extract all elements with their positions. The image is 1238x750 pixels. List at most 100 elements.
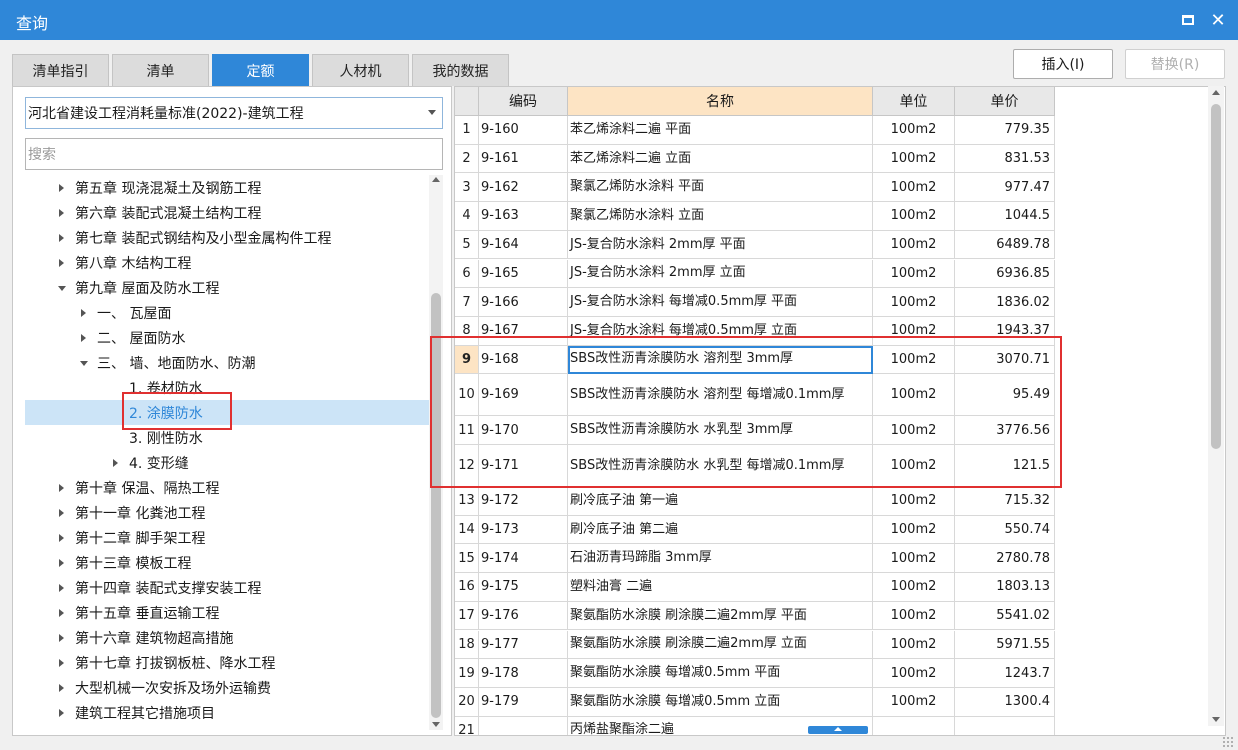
unit-cell[interactable]: 100m2 xyxy=(873,288,955,317)
expand-icon[interactable] xyxy=(55,631,69,645)
tree-item[interactable]: 第五章 现浇混凝土及钢筋工程 xyxy=(25,175,429,200)
price-cell[interactable]: 977.47 xyxy=(955,173,1055,203)
price-cell[interactable]: 6489.78 xyxy=(955,230,1055,260)
header-name[interactable]: 名称 xyxy=(568,87,873,116)
unit-cell[interactable]: 100m2 xyxy=(873,601,955,631)
price-cell[interactable]: 779.35 xyxy=(955,116,1055,145)
expand-icon[interactable] xyxy=(55,206,69,220)
name-cell[interactable]: 聚氨酯防水涂膜 每增减0.5mm 立面 xyxy=(568,687,873,717)
price-cell[interactable]: 3070.71 xyxy=(955,345,1055,375)
code-cell[interactable]: 9-162 xyxy=(479,173,568,203)
name-cell[interactable]: 刷冷底子油 第一遍 xyxy=(568,487,873,516)
price-cell[interactable]: 5541.02 xyxy=(955,601,1055,631)
price-cell[interactable]: 6936.85 xyxy=(955,259,1055,289)
unit-cell[interactable]: 100m2 xyxy=(873,630,955,660)
name-cell[interactable]: 刷冷底子油 第二遍 xyxy=(568,515,873,545)
name-cell[interactable]: 苯乙烯涂料二遍 平面 xyxy=(568,116,873,145)
expand-icon[interactable] xyxy=(55,706,69,720)
code-cell[interactable]: 9-178 xyxy=(479,659,568,688)
collapse-icon[interactable] xyxy=(77,356,91,370)
tree-item[interactable]: 第九章 屋面及防水工程 xyxy=(25,275,429,300)
price-cell[interactable]: 1836.02 xyxy=(955,288,1055,317)
code-cell[interactable]: 9-164 xyxy=(479,230,568,260)
unit-cell[interactable]: 100m2 xyxy=(873,515,955,545)
expand-icon[interactable] xyxy=(55,681,69,695)
insert-button[interactable]: 插入(I) xyxy=(1013,49,1113,79)
splitter-handle[interactable] xyxy=(808,726,868,734)
header-code[interactable]: 编码 xyxy=(479,87,568,116)
code-cell[interactable]: 9-177 xyxy=(479,630,568,660)
tab-my-data[interactable]: 我的数据 xyxy=(412,54,509,86)
unit-cell[interactable]: 100m2 xyxy=(873,573,955,602)
unit-cell[interactable]: 100m2 xyxy=(873,345,955,375)
unit-cell[interactable]: 100m2 xyxy=(873,316,955,346)
expand-icon[interactable] xyxy=(55,181,69,195)
tree-item[interactable]: 3. 刚性防水 xyxy=(25,425,429,450)
tree-item[interactable]: 第七章 装配式钢结构及小型金属构件工程 xyxy=(25,225,429,250)
name-cell[interactable]: JS-复合防水涂料 每增减0.5mm厚 立面 xyxy=(568,316,873,346)
name-cell[interactable]: 聚氨酯防水涂膜 每增减0.5mm 平面 xyxy=(568,659,873,688)
unit-cell[interactable]: 100m2 xyxy=(873,487,955,516)
tree-scrollbar-thumb[interactable] xyxy=(431,293,441,718)
name-cell[interactable]: JS-复合防水涂料 2mm厚 立面 xyxy=(568,259,873,289)
expand-icon[interactable] xyxy=(55,506,69,520)
unit-cell[interactable]: 100m2 xyxy=(873,374,955,417)
price-cell[interactable]: 831.53 xyxy=(955,144,1055,174)
tree-scrollbar[interactable] xyxy=(429,175,443,730)
unit-cell[interactable]: 100m2 xyxy=(873,259,955,289)
tree-item[interactable]: 第十七章 打拔钢板桩、降水工程 xyxy=(25,650,429,675)
unit-cell[interactable]: 100m2 xyxy=(873,416,955,445)
name-cell[interactable]: 石油沥青玛蹄脂 3mm厚 xyxy=(568,544,873,574)
chevron-down-icon[interactable] xyxy=(428,110,436,115)
price-cell[interactable]: 5971.55 xyxy=(955,630,1055,660)
code-cell[interactable]: 9-171 xyxy=(479,445,568,487)
tab-quota[interactable]: 定额 xyxy=(212,54,309,86)
tree-item[interactable]: 第十一章 化粪池工程 xyxy=(25,500,429,525)
expand-icon[interactable] xyxy=(55,581,69,595)
unit-cell[interactable]: 100m2 xyxy=(873,144,955,174)
price-cell[interactable]: 1044.5 xyxy=(955,202,1055,231)
expand-icon[interactable] xyxy=(55,606,69,620)
tree-item[interactable]: 第六章 装配式混凝土结构工程 xyxy=(25,200,429,225)
tree-item[interactable]: 三、 墙、地面防水、防潮 xyxy=(25,350,429,375)
standard-select[interactable]: 河北省建设工程消耗量标准(2022)-建筑工程 xyxy=(25,97,443,129)
search-input[interactable]: 搜索 xyxy=(25,138,443,170)
collapse-icon[interactable] xyxy=(55,281,69,295)
name-cell[interactable]: 聚氯乙烯防水涂料 立面 xyxy=(568,202,873,231)
scroll-up-icon[interactable] xyxy=(432,177,440,182)
tree-item[interactable]: 第十章 保温、隔热工程 xyxy=(25,475,429,500)
price-cell[interactable]: 3776.56 xyxy=(955,416,1055,445)
expand-icon[interactable] xyxy=(109,456,123,470)
expand-icon[interactable] xyxy=(55,656,69,670)
header-unit[interactable]: 单位 xyxy=(873,87,955,116)
scroll-down-icon[interactable] xyxy=(432,722,440,727)
price-cell[interactable]: 121.5 xyxy=(955,445,1055,487)
name-cell[interactable]: 聚氨酯防水涂膜 刷涂膜二遍2mm厚 平面 xyxy=(568,601,873,631)
name-cell[interactable]: 聚氨酯防水涂膜 刷涂膜二遍2mm厚 立面 xyxy=(568,630,873,660)
code-cell[interactable]: 9-169 xyxy=(479,374,568,417)
price-cell[interactable]: 1243.7 xyxy=(955,659,1055,688)
unit-cell[interactable]: 100m2 xyxy=(873,202,955,231)
header-price[interactable]: 单价 xyxy=(955,87,1055,116)
tab-labor-material[interactable]: 人材机 xyxy=(312,54,409,86)
unit-cell[interactable]: 100m2 xyxy=(873,116,955,145)
tree-item[interactable]: 第十四章 装配式支撑安装工程 xyxy=(25,575,429,600)
code-cell[interactable]: 9-166 xyxy=(479,288,568,317)
scroll-down-icon[interactable] xyxy=(1212,717,1220,722)
code-cell[interactable] xyxy=(479,716,568,735)
scroll-up-icon[interactable] xyxy=(1212,90,1220,95)
expand-icon[interactable] xyxy=(55,556,69,570)
code-cell[interactable]: 9-170 xyxy=(479,416,568,445)
expand-icon[interactable] xyxy=(55,531,69,545)
price-cell[interactable] xyxy=(955,716,1055,735)
tree-item[interactable]: 第十三章 模板工程 xyxy=(25,550,429,575)
name-cell[interactable]: JS-复合防水涂料 2mm厚 平面 xyxy=(568,230,873,260)
name-cell[interactable]: JS-复合防水涂料 每增减0.5mm厚 平面 xyxy=(568,288,873,317)
name-cell[interactable]: SBS改性沥青涂膜防水 溶剂型 3mm厚 xyxy=(568,345,873,375)
name-cell[interactable]: SBS改性沥青涂膜防水 溶剂型 每增减0.1mm厚 xyxy=(568,374,873,417)
code-cell[interactable]: 9-161 xyxy=(479,144,568,174)
tree-item[interactable]: 第十六章 建筑物超高措施 xyxy=(25,625,429,650)
code-cell[interactable]: 9-167 xyxy=(479,316,568,346)
unit-cell[interactable] xyxy=(873,716,955,735)
replace-button[interactable]: 替换(R) xyxy=(1125,49,1225,79)
